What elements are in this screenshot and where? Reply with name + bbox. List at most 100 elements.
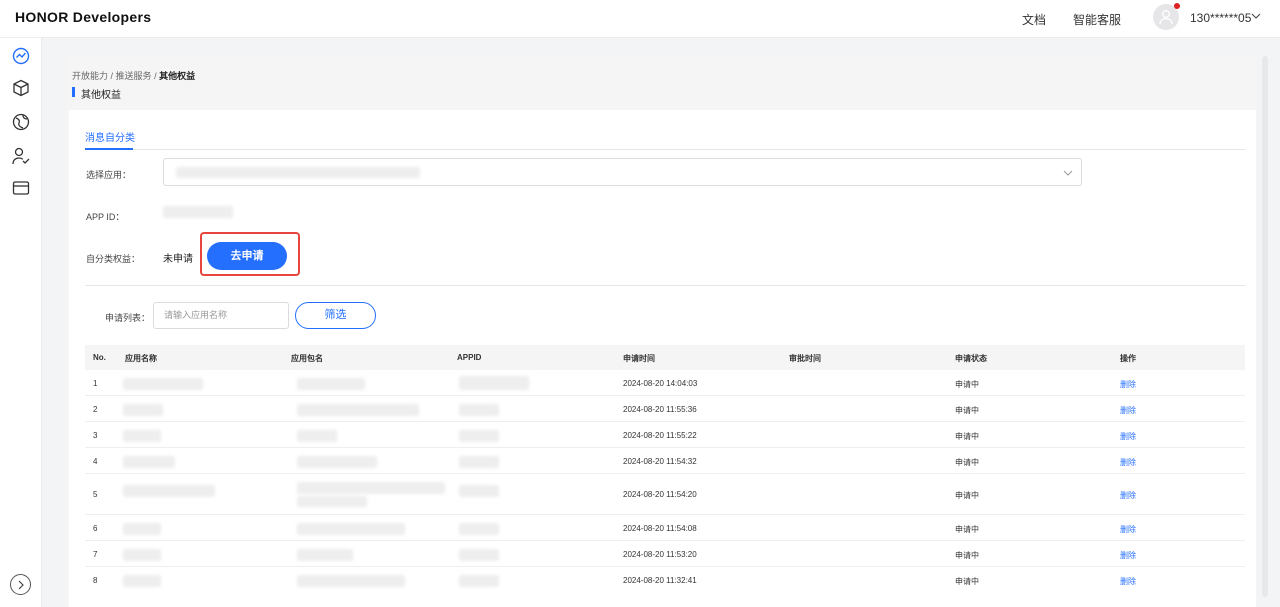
table-row: 2 2024-08-20 11:55:36 申请中 删除 xyxy=(85,396,1245,422)
table-header: No. 应用名称 应用包名 APPID 申请时间 审批时间 申请状态 操作 xyxy=(85,345,1245,370)
row-no: 1 xyxy=(93,379,98,388)
delete-link[interactable]: 删除 xyxy=(1120,431,1136,442)
row-no: 4 xyxy=(93,457,98,466)
column-no: No. xyxy=(93,353,106,362)
table-row: 6 2024-08-20 11:54:08 申请中 删除 xyxy=(85,515,1245,541)
table-row: 5 2024-08-20 11:54:20 申请中 删除 xyxy=(85,474,1245,515)
redacted-app-name xyxy=(176,167,420,178)
select-app-label: 选择应用： xyxy=(86,170,132,180)
row-no: 6 xyxy=(93,524,98,533)
redacted-package-name xyxy=(297,549,353,561)
row-status: 申请中 xyxy=(955,577,979,586)
chevron-down-icon xyxy=(1063,170,1073,176)
redacted-app-name xyxy=(123,485,215,497)
row-status: 申请中 xyxy=(955,406,979,415)
table-row: 3 2024-08-20 11:55:22 申请中 删除 xyxy=(85,422,1245,448)
tab-active-indicator xyxy=(85,148,133,150)
breadcrumb-item-open-capability[interactable]: 开放能力 xyxy=(72,71,108,81)
redacted-appid xyxy=(459,376,529,390)
row-apply-time: 2024-08-20 11:53:20 xyxy=(623,550,697,559)
delete-link[interactable]: 删除 xyxy=(1120,550,1136,561)
row-apply-time: 2024-08-20 11:54:08 xyxy=(623,524,697,533)
section-divider xyxy=(85,285,1245,286)
redacted-appid xyxy=(459,456,499,468)
redacted-appid xyxy=(459,549,499,561)
row-status: 申请中 xyxy=(955,551,979,560)
sidebar xyxy=(0,38,42,607)
redacted-app-name xyxy=(123,378,203,390)
delete-link[interactable]: 删除 xyxy=(1120,490,1136,501)
row-no: 5 xyxy=(93,490,98,499)
delete-link[interactable]: 删除 xyxy=(1120,576,1136,587)
package-icon[interactable] xyxy=(11,78,31,98)
table-row: 4 2024-08-20 11:54:32 申请中 删除 xyxy=(85,448,1245,474)
chevron-down-icon[interactable] xyxy=(1251,11,1261,21)
redacted-appid xyxy=(459,485,499,497)
delete-link[interactable]: 删除 xyxy=(1120,405,1136,416)
table-row: 8 2024-08-20 11:32:41 申请中 删除 xyxy=(85,567,1245,591)
column-package-name: 应用包名 xyxy=(291,354,323,363)
notification-dot xyxy=(1174,3,1180,9)
breadcrumb-item-push-service[interactable]: 推送服务 xyxy=(116,71,152,81)
redacted-app-name xyxy=(123,549,161,561)
column-appid: APPID xyxy=(457,353,482,362)
globe-icon[interactable] xyxy=(11,112,31,132)
row-apply-time: 2024-08-20 14:04:03 xyxy=(623,379,698,388)
rights-label: 自分类权益： xyxy=(86,254,141,264)
column-apply-time: 申请时间 xyxy=(623,354,655,363)
row-apply-time: 2024-08-20 11:55:36 xyxy=(623,405,697,414)
brand-logo[interactable]: HONOR Developers xyxy=(15,9,151,25)
apply-button[interactable]: 去申请 xyxy=(207,242,287,270)
analytics-icon[interactable] xyxy=(11,46,31,66)
redacted-app-name xyxy=(123,404,163,416)
app-select[interactable] xyxy=(163,158,1082,186)
redacted-appid xyxy=(459,430,499,442)
redacted-package-name xyxy=(297,575,405,587)
row-status: 申请中 xyxy=(955,458,979,467)
vertical-scrollbar[interactable] xyxy=(1262,56,1268,597)
redacted-app-name xyxy=(123,575,161,587)
redacted-package-name xyxy=(297,496,367,507)
column-action: 操作 xyxy=(1120,354,1136,363)
redacted-package-name xyxy=(297,482,445,494)
rights-status: 未申请 xyxy=(163,254,193,265)
redacted-app-id xyxy=(163,206,233,218)
user-name[interactable]: 130******05 xyxy=(1190,11,1251,25)
redacted-appid xyxy=(459,523,499,535)
column-status: 申请状态 xyxy=(955,354,987,363)
redacted-app-name xyxy=(123,456,175,468)
filter-label: 申请列表： xyxy=(105,313,151,323)
delete-link[interactable]: 删除 xyxy=(1120,457,1136,468)
tab-message-classification[interactable]: 消息自分类 xyxy=(85,129,135,144)
redacted-package-name xyxy=(297,430,337,442)
docs-link[interactable]: 文档 xyxy=(1022,11,1046,28)
column-approve-time: 审批时间 xyxy=(789,354,821,363)
delete-link[interactable]: 删除 xyxy=(1120,379,1136,390)
chevron-right-icon xyxy=(18,580,24,590)
app-name-search-input[interactable]: 请输入应用名称 xyxy=(153,302,289,329)
row-no: 3 xyxy=(93,431,98,440)
title-accent-bar xyxy=(72,87,75,97)
delete-link[interactable]: 删除 xyxy=(1120,524,1136,535)
table-row: 7 2024-08-20 11:53:20 申请中 删除 xyxy=(85,541,1245,567)
card-icon[interactable] xyxy=(11,178,31,198)
page-title: 其他权益 xyxy=(81,90,121,101)
user-icon xyxy=(1159,10,1173,25)
row-status: 申请中 xyxy=(955,525,979,534)
row-status: 申请中 xyxy=(955,380,979,389)
user-manage-icon[interactable] xyxy=(11,146,31,166)
expand-sidebar-button[interactable] xyxy=(10,574,31,595)
breadcrumb: 开放能力 / 推送服务 / 其他权益 xyxy=(72,69,195,82)
row-no: 2 xyxy=(93,405,98,414)
filter-button[interactable]: 筛选 xyxy=(295,302,376,329)
row-no: 7 xyxy=(93,550,98,559)
row-status: 申请中 xyxy=(955,491,979,500)
top-bar: HONOR Developers 文档 智能客服 130******05 xyxy=(0,0,1280,38)
table-row: 1 2024-08-20 14:04:03 申请中 删除 xyxy=(85,370,1245,396)
row-apply-time: 2024-08-20 11:32:41 xyxy=(623,576,697,585)
rights-card: 消息自分类 选择应用： APP ID： 自分类权益： 未申请 去申请 申请列表：… xyxy=(69,110,1256,607)
smart-support-link[interactable]: 智能客服 xyxy=(1073,11,1121,28)
app-id-label: APP ID： xyxy=(86,212,125,222)
redacted-package-name xyxy=(297,523,405,535)
redacted-app-name xyxy=(123,523,161,535)
